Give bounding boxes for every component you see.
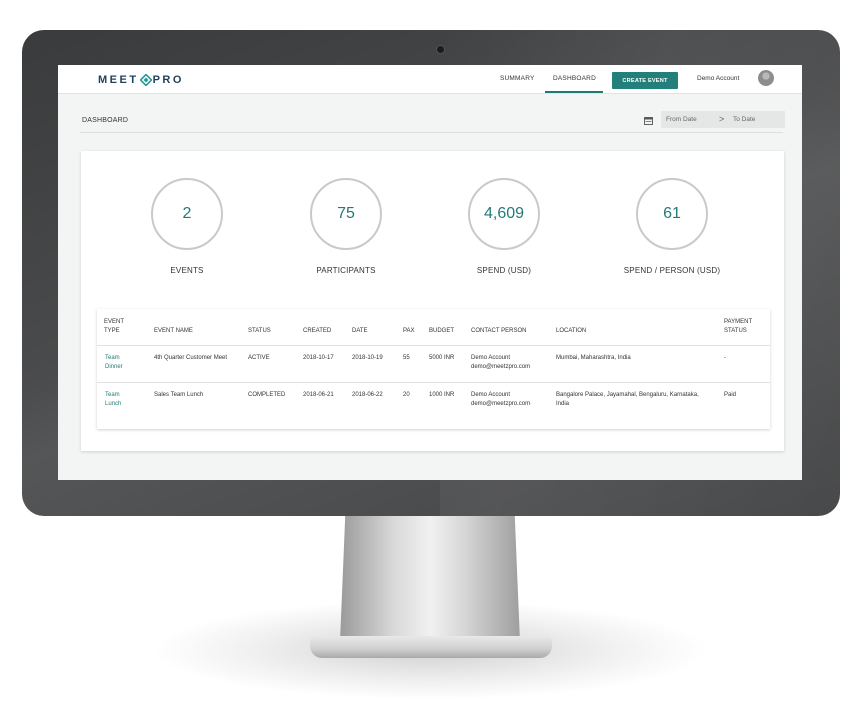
- col-header-date[interactable]: DATE: [352, 327, 368, 336]
- cell-created: 2018-10-17: [303, 355, 334, 361]
- col-header-payment-status[interactable]: PAYMENT STATUS: [724, 318, 764, 336]
- calendar-icon[interactable]: [644, 117, 653, 125]
- cell-pax: 20: [403, 392, 410, 398]
- from-date-field[interactable]: From Date: [666, 116, 697, 123]
- cell-contact-email[interactable]: demo@meetzpro.com: [471, 363, 530, 372]
- stat-events: 2 EVENTS: [127, 178, 247, 275]
- active-tab-indicator: [545, 91, 603, 93]
- col-header-event-name[interactable]: EVENT NAME: [154, 327, 193, 336]
- stat-label: EVENTS: [170, 266, 204, 275]
- stat-value: 2: [151, 178, 223, 250]
- cell-status: ACTIVE: [248, 355, 270, 361]
- cell-event-name: 4th Quarter Customer Meet: [154, 355, 228, 361]
- app-screen: MEET PRO SUMMARY DASHBOARD CREATE EVENT …: [58, 65, 802, 480]
- cell-created: 2018-06-21: [303, 392, 334, 398]
- cell-budget: 1000 INR: [429, 392, 455, 398]
- monitor-stand: [340, 512, 520, 642]
- cell-event-name: Sales Team Lunch: [154, 392, 204, 398]
- cell-location: Mumbai, Maharashtra, India: [556, 355, 631, 361]
- stat-label: PARTICIPANTS: [316, 266, 376, 275]
- stat-label: SPEND (USD): [476, 266, 532, 275]
- page-title: DASHBOARD: [82, 117, 129, 124]
- dashboard-card: 2 EVENTS 75 PARTICIPANTS 4,609 SPEND (US…: [81, 151, 784, 451]
- avatar[interactable]: [758, 70, 774, 86]
- cell-event-type[interactable]: Team Dinner: [105, 354, 135, 372]
- nav-dashboard[interactable]: DASHBOARD: [553, 75, 596, 82]
- col-header-created[interactable]: CREATED: [303, 327, 331, 336]
- cell-status: COMPLETED: [248, 392, 286, 398]
- stat-value: 61: [636, 178, 708, 250]
- nav-summary[interactable]: SUMMARY: [500, 75, 535, 82]
- row-divider: [97, 382, 770, 383]
- top-nav-bar: MEET PRO SUMMARY DASHBOARD CREATE EVENT …: [58, 65, 802, 94]
- col-header-contact-person[interactable]: CONTACT PERSON: [471, 327, 526, 336]
- col-header-status[interactable]: STATUS: [248, 327, 271, 336]
- cell-contact-email[interactable]: demo@meetzpro.com: [471, 400, 530, 409]
- row-divider: [97, 345, 770, 346]
- to-date-field[interactable]: To Date: [733, 116, 755, 123]
- col-header-event-type[interactable]: EVENT TYPE: [104, 318, 134, 336]
- date-range-picker[interactable]: From Date > To Date: [661, 111, 785, 128]
- cell-event-type[interactable]: Team Lunch: [105, 391, 135, 409]
- logo-text-right: PRO: [152, 74, 184, 86]
- logo-mark-icon: [139, 74, 152, 86]
- cell-budget: 5000 INR: [429, 355, 455, 361]
- events-table: EVENT TYPE EVENT NAME STATUS CREATED DAT…: [97, 309, 770, 429]
- logo-text-left: MEET: [98, 74, 139, 86]
- cell-date: 2018-06-22: [352, 392, 383, 398]
- cell-date: 2018-10-19: [352, 355, 383, 361]
- stat-participants: 75 PARTICIPANTS: [286, 178, 406, 275]
- chevron-right-icon: >: [719, 114, 725, 124]
- title-divider: [80, 132, 783, 133]
- cell-location: Bangalore Palace, Jayamahal, Bengaluru, …: [556, 392, 699, 407]
- cell-payment-status: Paid: [724, 392, 737, 398]
- stat-label: SPEND / PERSON (USD): [623, 266, 721, 275]
- col-header-pax[interactable]: PAX: [403, 327, 415, 336]
- stat-spend: 4,609 SPEND (USD): [444, 178, 564, 275]
- cell-contact-name: Demo Account: [471, 392, 511, 398]
- create-event-button[interactable]: CREATE EVENT: [612, 72, 678, 89]
- col-header-location[interactable]: LOCATION: [556, 327, 586, 336]
- monitor-base: [310, 636, 552, 658]
- col-header-budget[interactable]: BUDGET: [429, 327, 454, 336]
- cell-payment-status: -: [724, 355, 726, 361]
- cell-pax: 55: [403, 355, 410, 361]
- stat-spend-per-person: 61 SPEND / PERSON (USD): [610, 178, 734, 275]
- cell-contact-name: Demo Account: [471, 355, 511, 361]
- stat-value: 4,609: [468, 178, 540, 250]
- account-name[interactable]: Demo Account: [697, 75, 739, 82]
- stat-value: 75: [310, 178, 382, 250]
- meetzpro-logo[interactable]: MEET PRO: [98, 74, 184, 86]
- webcam-icon: [436, 45, 445, 54]
